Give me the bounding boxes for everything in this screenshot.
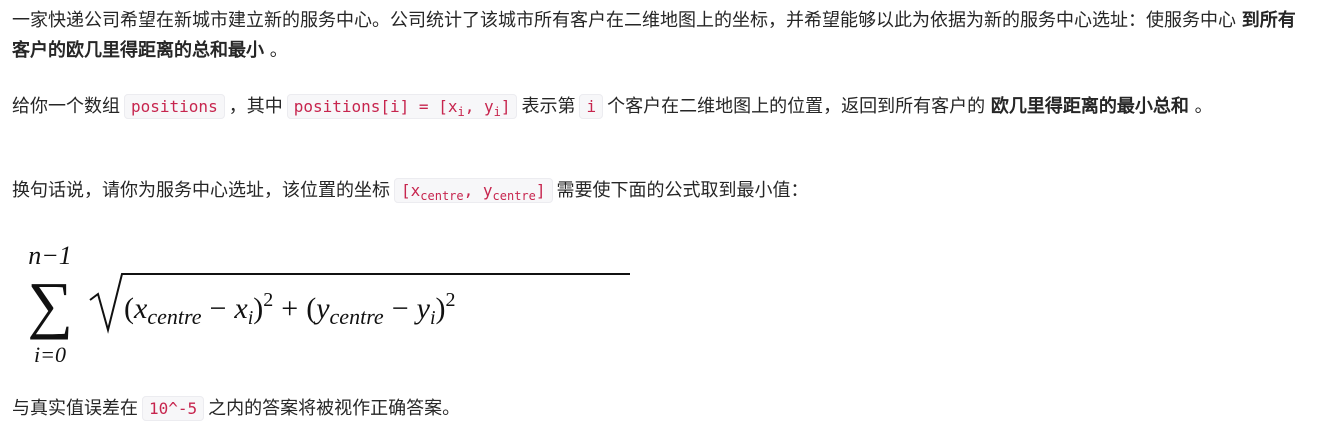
code-def-sub-x: i	[457, 105, 465, 120]
intro-text: 一家快递公司希望在新城市建立新的服务中心。公司统计了该城市所有客户在二维地图上的…	[12, 10, 1242, 31]
minus-2: −	[392, 292, 409, 325]
minus-1: −	[209, 292, 226, 325]
code-positions-definition: positions[i] = [xi, yi]	[286, 94, 518, 120]
code-tolerance: 10^-5	[142, 396, 205, 421]
x-centre-base: x	[133, 292, 148, 325]
exponent-1: 2	[263, 289, 273, 311]
input-bold-text: 欧几里得距离的最小总和	[990, 96, 1189, 117]
plus-sign: +	[281, 292, 298, 325]
input-mid: ，其中	[228, 96, 283, 117]
input-tail: 。	[1188, 96, 1213, 117]
sum-upper-limit: n−1	[28, 241, 72, 270]
precision-paragraph: 与真实值误差在 10^-5 之内的答案将被视作正确答案。	[12, 394, 1308, 424]
y-centre-base: y	[313, 292, 330, 325]
code-positions: positions	[124, 94, 225, 119]
code-centre-middle: , y	[463, 181, 493, 200]
code-centre-prefix: [x	[401, 181, 421, 200]
exponent-2: 2	[446, 289, 456, 311]
code-def-suffix: ]	[500, 97, 511, 116]
open-paren-2: (	[306, 292, 316, 325]
restatement-lead: 换句话说，请你为服务中心选址，该位置的坐标	[12, 180, 390, 201]
code-centre-coordinates: [xcentre, ycentre]	[394, 178, 553, 203]
code-def-middle: , y	[464, 97, 494, 116]
restatement-tail: 需要使下面的公式取到最小值：	[556, 180, 809, 201]
input-mid2: 表示第	[521, 96, 576, 117]
code-i: i	[579, 94, 604, 119]
input-paragraph: 给你一个数组 positions ，其中 positions[i] = [xi, yi…	[12, 92, 1308, 122]
close-paren-2: )	[436, 292, 446, 325]
code-centre-sub-y: centre	[492, 189, 536, 204]
restatement-paragraph: 换句话说，请你为服务中心选址，该位置的坐标 [xcentre, ycentre] 需…	[12, 176, 1308, 206]
code-def-sub-y: i	[493, 105, 501, 120]
x-centre-sub: centre	[147, 304, 201, 329]
input-mid3: 个客户在二维地图上的位置，返回到所有客户的	[607, 96, 991, 117]
radicand-expression: (xcentre − xi)2 + (ycentre − yi)2	[124, 289, 456, 329]
input-lead: 给你一个数组	[12, 96, 120, 117]
precision-lead: 与真实值误差在	[12, 398, 138, 419]
sum-lower-limit: i=0	[34, 342, 66, 367]
code-def-prefix: positions[i] = [x	[293, 97, 458, 116]
close-paren-1: )	[253, 292, 263, 325]
x-i-base: x	[233, 292, 248, 325]
code-centre-suffix: ]	[535, 181, 546, 200]
y-centre-sub: centre	[330, 304, 384, 329]
precision-tail: 之内的答案将被视作正确答案。	[208, 398, 461, 419]
sigma-symbol: ∑	[27, 269, 73, 340]
intro-tail: 。	[264, 40, 288, 61]
y-i-base: y	[414, 292, 431, 325]
intro-paragraph: 一家快递公司希望在新城市建立新的服务中心。公司统计了该城市所有客户在二维地图上的…	[12, 6, 1308, 66]
code-centre-sub-x: centre	[420, 189, 464, 204]
distance-sum-formula: n−1 ∑ i=0 (xcentre − xi)2 + (ycentre − yi)2	[12, 234, 652, 374]
open-paren-1: (	[124, 292, 134, 325]
